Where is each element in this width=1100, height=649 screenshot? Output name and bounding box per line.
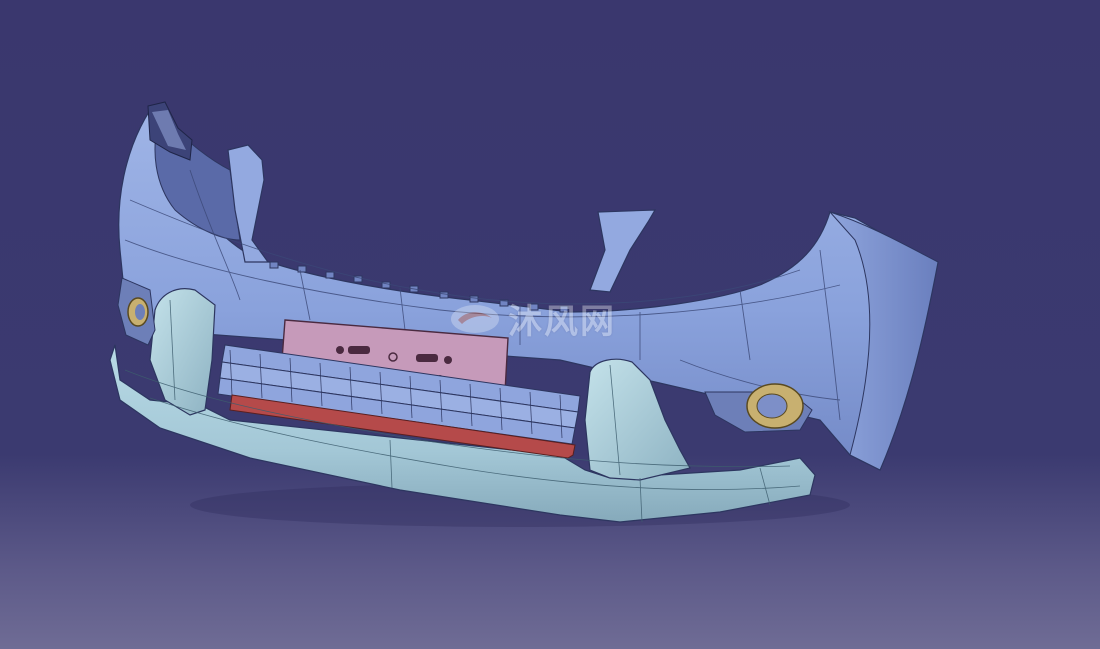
- center-right-upright: [589, 209, 657, 293]
- cad-3d-viewport[interactable]: 沐风网: [0, 0, 1100, 649]
- bumper-model[interactable]: [0, 0, 1100, 649]
